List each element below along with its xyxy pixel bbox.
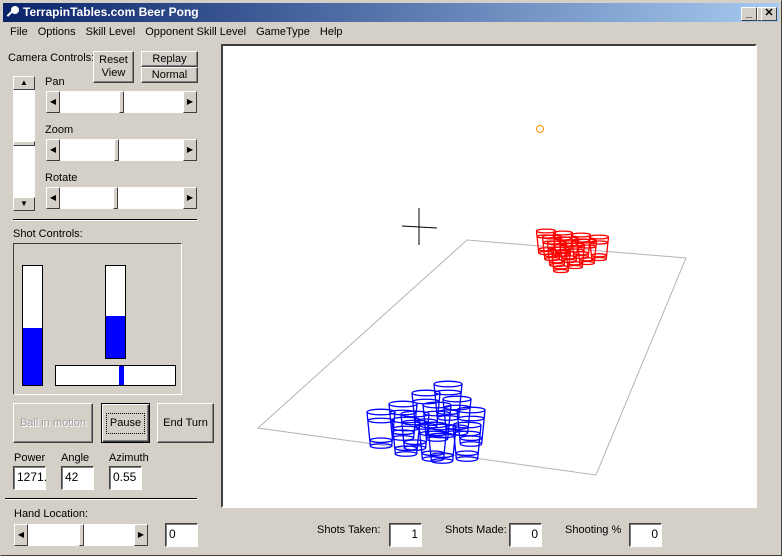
zoom-left-arrow-icon[interactable]: ◀ <box>46 139 60 161</box>
angle-field[interactable]: 42 <box>61 466 94 490</box>
hand-thumb[interactable] <box>78 524 84 546</box>
game-scene[interactable] <box>223 46 755 506</box>
zoom-thumb[interactable] <box>114 139 120 161</box>
rotate-left-arrow-icon[interactable]: ◀ <box>46 187 60 209</box>
pan-left-arrow-icon[interactable]: ◀ <box>46 91 60 113</box>
pan-label: Pan <box>45 76 65 88</box>
shooting-pct-field: 0 <box>629 523 662 547</box>
shots-made-label: Shots Made: <box>445 524 507 536</box>
hand-right-arrow-icon[interactable]: ▶ <box>134 524 148 546</box>
power-label: Power <box>14 452 46 464</box>
pan-right-arrow-icon[interactable]: ▶ <box>183 91 197 113</box>
shooting-pct-label: Shooting % <box>565 524 622 536</box>
minimize-button[interactable]: _ <box>741 7 757 21</box>
rotate-slider[interactable]: ◀ ▶ <box>45 186 198 210</box>
angle-label: Angle <box>61 452 90 464</box>
shots-taken-field: 1 <box>389 523 422 547</box>
hand-location-field[interactable]: 0 <box>165 523 198 547</box>
shot-controls-label: Shot Controls: <box>13 228 83 240</box>
menu-opponent-skill-level[interactable]: Opponent Skill Level <box>140 23 251 42</box>
reset-view-label-2: View <box>101 67 126 79</box>
app-window: TerrapinTables.com Beer Pong _ □ ✕ FileO… <box>0 0 782 556</box>
pan-slider[interactable]: ◀ ▶ <box>45 90 198 114</box>
shots-made-field: 0 <box>509 523 542 547</box>
hand-left-arrow-icon[interactable]: ◀ <box>14 524 28 546</box>
reset-view-button[interactable]: Reset View <box>93 51 134 83</box>
app-icon <box>6 5 20 19</box>
pause-label: Pause <box>105 412 146 434</box>
angle-meter <box>105 265 126 359</box>
reset-view-label-1: Reset <box>99 54 128 66</box>
azimuth-meter <box>55 365 176 386</box>
menu-skill-level[interactable]: Skill Level <box>81 23 141 42</box>
scroll-up-arrow-icon[interactable]: ▲ <box>13 76 35 90</box>
menu-gametype[interactable]: GameType <box>251 23 315 42</box>
normal-button[interactable]: Normal <box>141 67 198 83</box>
pan-thumb[interactable] <box>119 91 124 113</box>
pause-button[interactable]: Pause <box>101 403 150 443</box>
zoom-slider[interactable]: ◀ ▶ <box>45 138 198 162</box>
replay-button[interactable]: Replay <box>141 51 198 67</box>
close-button[interactable]: ✕ <box>761 7 777 21</box>
game-viewport[interactable] <box>221 44 757 508</box>
ball <box>536 125 544 133</box>
table-outline <box>256 239 687 476</box>
power-field[interactable]: 1271. <box>13 466 47 490</box>
rotate-right-arrow-icon[interactable]: ▶ <box>183 187 197 209</box>
azimuth-marker <box>118 366 124 385</box>
menu-file[interactable]: File <box>3 23 33 42</box>
rotate-label: Rotate <box>45 172 78 184</box>
menu-bar: File Options Skill Level Opponent Skill Lev… <box>3 23 779 42</box>
power-meter <box>22 265 43 386</box>
zoom-right-arrow-icon[interactable]: ▶ <box>183 139 197 161</box>
camera-vertical-scrollbar[interactable]: ▲ ▼ <box>12 75 36 212</box>
zoom-label: Zoom <box>45 124 74 136</box>
shots-taken-label: Shots Taken: <box>317 524 381 536</box>
menu-options[interactable]: Options <box>33 23 81 42</box>
scroll-down-arrow-icon[interactable]: ▼ <box>13 197 35 211</box>
power-meter-fill <box>23 327 42 385</box>
camera-controls-label: Camera Controls: <box>8 52 95 64</box>
hand-location-label: Hand Location: <box>14 508 88 520</box>
shot-separator <box>5 498 197 500</box>
title-bar: TerrapinTables.com Beer Pong _ □ ✕ <box>3 3 779 22</box>
menu-help[interactable]: Help <box>315 23 348 42</box>
azimuth-field[interactable]: 0.55 <box>109 466 142 490</box>
azimuth-label: Azimuth <box>109 452 149 464</box>
angle-meter-fill <box>106 315 125 358</box>
hand-location-slider[interactable]: ◀ ▶ <box>13 523 149 547</box>
rotate-thumb[interactable] <box>113 187 119 209</box>
camera-vertical-thumb[interactable] <box>13 141 35 146</box>
ball-in-motion-button: Ball in motion <box>13 403 93 443</box>
camera-separator <box>13 219 197 221</box>
window-title: TerrapinTables.com Beer Pong <box>23 5 199 19</box>
end-turn-button[interactable]: End Turn <box>157 403 214 443</box>
